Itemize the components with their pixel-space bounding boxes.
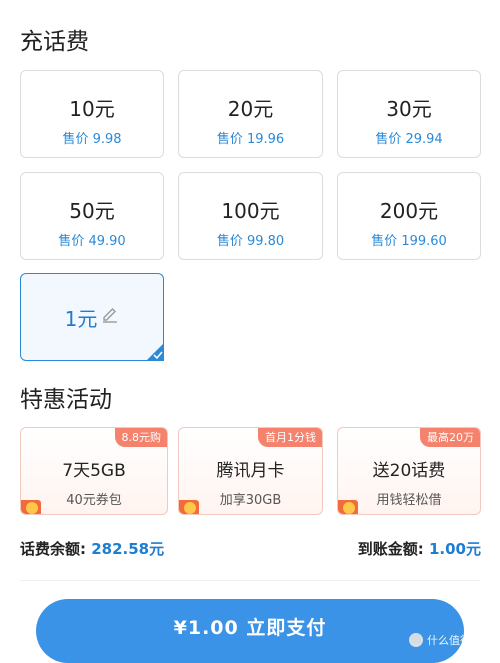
option-price: 售价 9.98 bbox=[62, 132, 122, 147]
option-price: 售价 49.90 bbox=[58, 234, 126, 249]
recharge-option-20[interactable]: 20元 售价 19.96 bbox=[178, 70, 323, 158]
coin-icon bbox=[179, 500, 199, 514]
watermark-logo-icon: 值 bbox=[409, 633, 423, 647]
promo-badge: 8.8元购 bbox=[114, 428, 167, 447]
custom-amount[interactable]: 1元 bbox=[65, 303, 120, 332]
watermark-text: 什么值得买 bbox=[427, 634, 482, 647]
recharge-option-100[interactable]: 100元 售价 99.80 bbox=[178, 172, 323, 260]
balance-summary: 话费余额: 282.58元 bbox=[20, 538, 164, 559]
promo-badge: 首月1分钱 bbox=[258, 428, 322, 447]
option-amount: 20元 bbox=[227, 97, 274, 121]
option-amount: 30元 bbox=[386, 97, 432, 121]
option-price: 售价 29.94 bbox=[375, 132, 443, 147]
recharge-option-custom[interactable]: 1元 bbox=[20, 273, 164, 361]
promo-card-credit[interactable]: 最高20万 送20话费 用钱轻松借 bbox=[337, 427, 481, 515]
option-price: 售价 199.60 bbox=[371, 234, 447, 249]
divider bbox=[20, 580, 480, 581]
received-value: 1.00元 bbox=[428, 540, 481, 558]
balance-label: 话费余额: bbox=[20, 540, 86, 558]
option-amount: 200元 bbox=[379, 199, 439, 223]
watermark: 值 什么值得买 bbox=[409, 632, 482, 648]
checkmark-icon bbox=[146, 343, 164, 361]
recharge-option-10[interactable]: 10元 售价 9.98 bbox=[20, 70, 164, 158]
recharge-option-50[interactable]: 50元 售价 49.90 bbox=[20, 172, 164, 260]
recharge-option-200[interactable]: 200元 售价 199.60 bbox=[337, 172, 481, 260]
promo-title: 送20话费 bbox=[372, 461, 446, 481]
option-price: 售价 99.80 bbox=[216, 234, 285, 249]
promo-card-tencent[interactable]: 首月1分钱 腾讯月卡 加享30GB bbox=[178, 427, 323, 515]
received-summary: 到账金额: 1.00元 bbox=[358, 538, 481, 559]
option-amount: 50元 bbox=[69, 199, 115, 223]
promo-badge: 最高20万 bbox=[420, 428, 480, 447]
option-amount: 10元 bbox=[69, 97, 115, 121]
balance-value: 282.58元 bbox=[91, 540, 165, 558]
pencil-icon[interactable] bbox=[101, 305, 119, 329]
recharge-title: 充话费 bbox=[20, 29, 89, 55]
option-amount: 100元 bbox=[221, 199, 280, 223]
pay-button[interactable]: ¥1.00 立即支付 bbox=[36, 599, 464, 663]
coin-icon bbox=[338, 500, 358, 514]
custom-amount-value: 1元 bbox=[64, 306, 98, 331]
promo-title: 7天5GB bbox=[62, 461, 126, 481]
promo-title: 腾讯月卡 bbox=[216, 461, 285, 481]
coin-icon bbox=[21, 500, 41, 514]
promotions-title: 特惠活动 bbox=[20, 387, 112, 413]
received-label: 到账金额: bbox=[357, 540, 424, 558]
recharge-option-30[interactable]: 30元 售价 29.94 bbox=[337, 70, 481, 158]
promo-card-data[interactable]: 8.8元购 7天5GB 40元券包 bbox=[20, 427, 168, 515]
option-price: 售价 19.96 bbox=[216, 132, 285, 147]
